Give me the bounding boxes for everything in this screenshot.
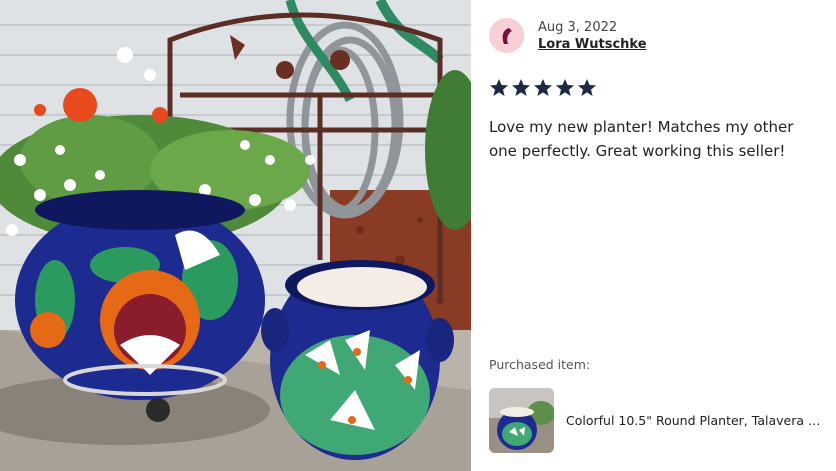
purchased-item-title[interactable]: Colorful 10.5" Round Planter, Talavera C… [566, 413, 828, 428]
reviewer-header: Aug 3, 2022 Lora Wutschke [489, 18, 647, 53]
planter-thumbnail-image [489, 388, 554, 453]
review-details: Aug 3, 2022 Lora Wutschke Love my new pl… [471, 0, 836, 471]
star-rating [489, 78, 597, 98]
avatar-icon [502, 27, 512, 44]
purchased-item-label: Purchased item: [489, 357, 591, 372]
review-modal: Aug 3, 2022 Lora Wutschke Love my new pl… [0, 0, 836, 471]
purchased-item-thumbnail[interactable] [489, 388, 554, 453]
star-icon [578, 79, 596, 96]
avatar[interactable] [489, 18, 524, 53]
purchased-item-link[interactable]: Colorful 10.5" Round Planter, Talavera C… [489, 388, 828, 453]
star-icon [490, 79, 508, 96]
reviewer-meta: Aug 3, 2022 Lora Wutschke [538, 19, 647, 53]
review-date: Aug 3, 2022 [538, 19, 618, 35]
star-icon [534, 79, 552, 96]
planter-photo-image [0, 0, 471, 471]
star-icon [556, 79, 574, 96]
review-photo[interactable] [0, 0, 471, 471]
star-icon [512, 79, 530, 96]
reviewer-name-link[interactable]: Lora Wutschke [538, 36, 647, 53]
review-text: Love my new planter! Matches my other on… [489, 118, 794, 160]
